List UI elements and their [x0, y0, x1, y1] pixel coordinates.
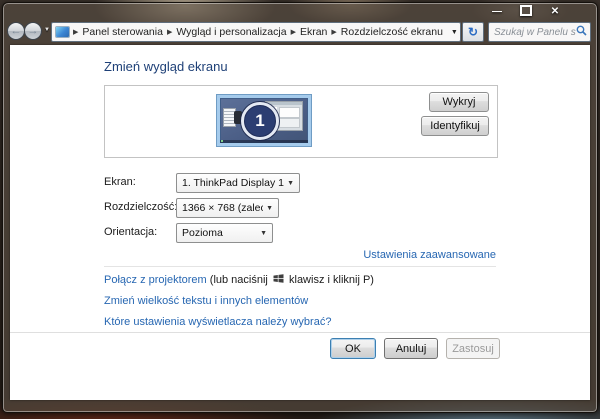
desktop-taskbar-strip	[220, 140, 308, 143]
breadcrumb-arrow-icon[interactable]: ▶	[166, 28, 173, 36]
resolution-label: Rozdzielczość:	[104, 201, 178, 213]
apply-button[interactable]: Zastosuj	[446, 338, 500, 359]
monitor-number-badge: 1	[241, 102, 279, 140]
back-button[interactable]: ←	[7, 22, 25, 40]
window-caption-buttons: — ✕	[489, 5, 563, 19]
connect-projector-link[interactable]: Połącz z projektorem	[104, 274, 207, 286]
display-select[interactable]: 1. ThinkPad Display 1366x768 ▼	[176, 173, 300, 193]
windows-logo-icon	[273, 273, 284, 287]
search-placeholder: Szukaj w Panelu stero...	[494, 26, 576, 38]
projector-row: Połącz z projektorem (lub naciśnij klawi…	[104, 273, 374, 287]
chevron-down-icon: ▼	[260, 229, 267, 237]
section-separator	[104, 266, 496, 267]
page-title: Zmień wygląd ekranu	[104, 59, 228, 74]
refresh-button[interactable]: ↻	[462, 22, 484, 42]
breadcrumb-arrow-icon[interactable]: ▶	[290, 28, 297, 36]
dialog-buttons: OK Anuluj Zastosuj	[330, 338, 500, 359]
monitor-preview[interactable]: 1	[217, 95, 311, 146]
advanced-settings-link[interactable]: Ustawienia zaawansowane	[363, 249, 496, 261]
cancel-button[interactable]: Anuluj	[384, 338, 438, 359]
search-box[interactable]: Szukaj w Panelu stero...	[488, 22, 591, 42]
address-dropdown-icon[interactable]: ▼	[446, 29, 460, 36]
recent-pages-dropdown-icon[interactable]: ▼	[44, 27, 50, 33]
display-label: Ekran:	[104, 176, 136, 188]
projector-hint-text: (lub naciśnij	[209, 274, 268, 286]
projector-hint-text-2: klawisz i kliknij P)	[289, 274, 374, 286]
display-select-value: 1. ThinkPad Display 1366x768	[182, 177, 284, 189]
orientation-select[interactable]: Pozioma ▼	[176, 223, 273, 243]
button-row-separator	[10, 332, 590, 333]
forward-button[interactable]: →	[24, 22, 42, 40]
breadcrumb-control-panel[interactable]: Panel sterowania	[79, 26, 166, 38]
breadcrumb-arrow-icon[interactable]: ▶	[330, 28, 337, 36]
close-button[interactable]: ✕	[547, 5, 563, 19]
control-panel-icon	[56, 27, 69, 37]
maximize-icon	[520, 5, 532, 16]
ok-button[interactable]: OK	[330, 338, 376, 359]
identify-button[interactable]: Identyfikuj	[421, 116, 489, 136]
start-dot	[221, 140, 223, 142]
resolution-select[interactable]: 1366 × 768 (zalecane) ▼	[176, 198, 279, 218]
explorer-window: — ✕ ← → ▼ ▶ Panel sterowania ▶ Wygląd i …	[2, 2, 598, 413]
orientation-select-value: Pozioma	[182, 227, 223, 239]
chevron-down-icon: ▼	[287, 179, 294, 187]
monitor-preview-panel: 1 Wykryj Identyfikuj	[104, 85, 498, 158]
page-content: Zmień wygląd ekranu 1 Wykryj Identyfikuj…	[10, 45, 590, 400]
breadcrumb-screen-resolution[interactable]: Rozdzielczość ekranu	[338, 26, 446, 38]
chevron-down-icon: ▼	[266, 204, 273, 212]
display-help-link[interactable]: Które ustawienia wyświetlacza należy wyb…	[104, 316, 331, 328]
address-bar[interactable]: ▶ Panel sterowania ▶ Wygląd i personaliz…	[51, 22, 461, 42]
breadcrumb-arrow-icon[interactable]: ▶	[72, 28, 79, 36]
search-icon[interactable]	[576, 23, 587, 41]
orientation-label: Orientacja:	[104, 226, 158, 238]
text-size-link[interactable]: Zmień wielkość tekstu i innych elementów	[104, 295, 308, 307]
maximize-button[interactable]	[518, 5, 534, 19]
navigation-buttons: ← → ▼	[7, 21, 51, 41]
resolution-select-value: 1366 × 768 (zalecane)	[182, 202, 263, 214]
minimize-button[interactable]: —	[489, 5, 505, 19]
detect-button[interactable]: Wykryj	[429, 92, 489, 112]
breadcrumb-display[interactable]: Ekran	[297, 26, 330, 38]
breadcrumb-appearance[interactable]: Wygląd i personalizacja	[173, 26, 289, 38]
